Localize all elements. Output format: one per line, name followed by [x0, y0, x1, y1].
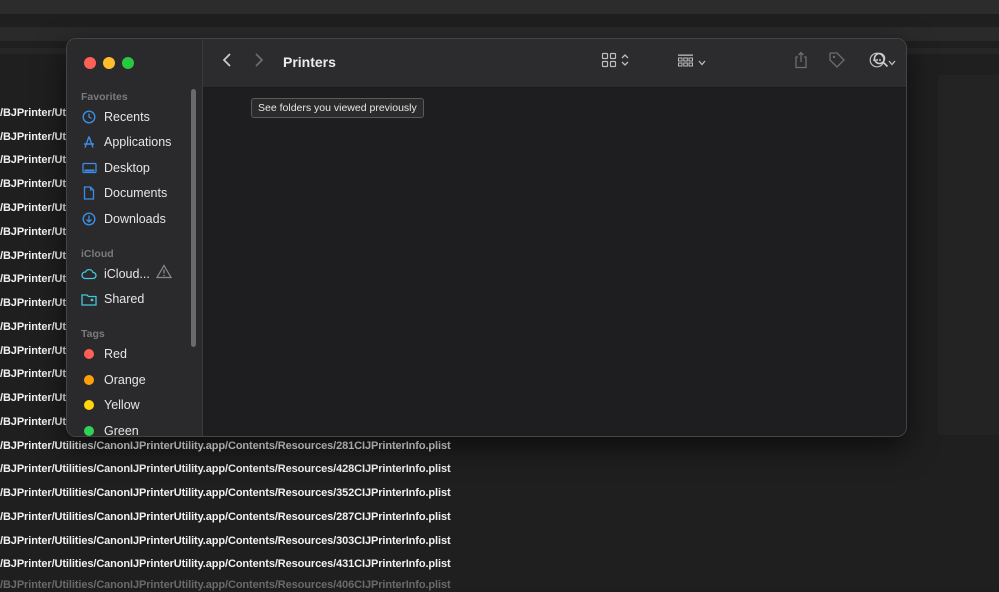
share-icon [794, 51, 808, 74]
sidebar-section-favorites: Favorites [81, 91, 128, 103]
forward-button[interactable] [249, 52, 269, 72]
terminal-line: /BJPrinter/Utilities/CanonIJPrinterUtili… [0, 579, 451, 591]
cloud-icon [81, 266, 97, 282]
sidebar-item-label: Red [104, 347, 127, 361]
sidebar-item-label: Desktop [104, 161, 150, 175]
sidebar-item-recents[interactable]: Recents [81, 106, 191, 128]
tags-button[interactable] [826, 51, 848, 74]
terminal-line: /BJPrinter/Utilities/CanonIJPrinterUtili… [0, 558, 451, 570]
tag-dot-icon [84, 349, 94, 359]
terminal-line: /BJPrinter/Util [0, 368, 72, 380]
terminal-line: /BJPrinter/Util [0, 392, 72, 404]
sidebar-item-label: Downloads [104, 212, 166, 226]
sidebar-item-label: iCloud... [104, 267, 150, 281]
sidebar-item-desktop[interactable]: Desktop [81, 157, 191, 179]
terminal-line: /BJPrinter/Utilities/CanonIJPrinterUtili… [0, 487, 451, 499]
clock-icon [81, 109, 97, 125]
sidebar-section-tags: Tags [81, 328, 105, 340]
sidebar-item-label: Recents [104, 110, 150, 124]
tag-dot-icon [84, 375, 94, 385]
terminal-line: /BJPrinter/Util [0, 297, 72, 309]
grid-view-icon [601, 52, 617, 73]
sidebar: Favorites Recents Applications Desktop D… [67, 39, 203, 436]
terminal-scroll-area [938, 75, 999, 435]
terminal-line: /BJPrinter/Utilities/CanonIJPrinterUtili… [0, 440, 451, 452]
terminal-line: /BJPrinter/Util [0, 226, 72, 238]
sidebar-section-icloud: iCloud [81, 248, 114, 260]
tag-dot-icon [84, 426, 94, 436]
sidebar-tag-green[interactable]: Green [81, 420, 191, 437]
shared-folder-icon [81, 291, 97, 307]
back-button[interactable] [217, 52, 237, 72]
desktop-icon [81, 160, 97, 176]
terminal-line: /BJPrinter/Util [0, 202, 72, 214]
chevron-right-icon [254, 52, 264, 73]
finder-window: Favorites Recents Applications Desktop D… [66, 38, 907, 437]
terminal-line: /BJPrinter/Util [0, 321, 72, 333]
terminal-line: /BJPrinter/Utilities/CanonIJPrinterUtili… [0, 535, 451, 547]
window-title: Printers [283, 54, 336, 70]
search-button[interactable] [870, 52, 892, 72]
share-button[interactable] [791, 51, 811, 74]
terminal-line: /BJPrinter/Util [0, 416, 72, 428]
applications-icon [81, 134, 97, 150]
minimize-window-button[interactable] [103, 57, 115, 69]
sidebar-item-label: Documents [104, 186, 168, 200]
sidebar-item-shared[interactable]: Shared [81, 288, 191, 310]
download-icon [81, 211, 97, 227]
sidebar-tag-red[interactable]: Red [81, 343, 191, 365]
terminal-line: /BJPrinter/Util [0, 107, 72, 119]
chevron-left-icon [222, 52, 232, 73]
terminal-line: /BJPrinter/Utilities/CanonIJPrinterUtili… [0, 463, 451, 475]
back-button-tooltip: See folders you viewed previously [251, 98, 424, 118]
group-grid-icon [677, 53, 694, 72]
sidebar-item-icloud-drive[interactable]: iCloud... [81, 263, 191, 285]
sidebar-item-downloads[interactable]: Downloads [81, 208, 191, 230]
up-down-chevron-icon [621, 53, 629, 72]
chevron-down-icon [698, 53, 706, 71]
document-icon [81, 185, 97, 201]
sidebar-item-label: Green [104, 424, 139, 437]
group-button[interactable] [673, 52, 709, 72]
toolbar: Printers [203, 39, 906, 88]
view-options-button[interactable] [597, 52, 633, 72]
tag-icon [828, 51, 846, 74]
sidebar-tag-orange[interactable]: Orange [81, 369, 191, 391]
close-window-button[interactable] [84, 57, 96, 69]
search-icon [873, 52, 889, 73]
terminal-line: /BJPrinter/Util [0, 273, 72, 285]
sidebar-item-label: Shared [104, 292, 145, 306]
sidebar-tag-yellow[interactable]: Yellow [81, 394, 191, 416]
file-list-area[interactable] [203, 88, 906, 436]
sidebar-item-label: Orange [104, 373, 146, 387]
sidebar-item-applications[interactable]: Applications [81, 131, 191, 153]
sidebar-item-label: Yellow [104, 398, 140, 412]
terminal-line: /BJPrinter/Util [0, 178, 72, 190]
terminal-line: /BJPrinter/Util [0, 250, 72, 262]
terminal-line: /BJPrinter/Util [0, 154, 72, 166]
terminal-tab-bar [0, 0, 999, 14]
sidebar-item-label: Applications [104, 135, 172, 149]
sidebar-scrollbar[interactable] [191, 89, 196, 347]
zoom-window-button[interactable] [122, 57, 134, 69]
terminal-line: /BJPrinter/Utilities/CanonIJPrinterUtili… [0, 511, 451, 523]
terminal-line: /BJPrinter/Util [0, 131, 72, 143]
tag-dot-icon [84, 400, 94, 410]
sidebar-item-documents[interactable]: Documents [81, 182, 191, 204]
warning-icon[interactable] [155, 264, 173, 280]
terminal-line: /BJPrinter/Util [0, 345, 72, 357]
